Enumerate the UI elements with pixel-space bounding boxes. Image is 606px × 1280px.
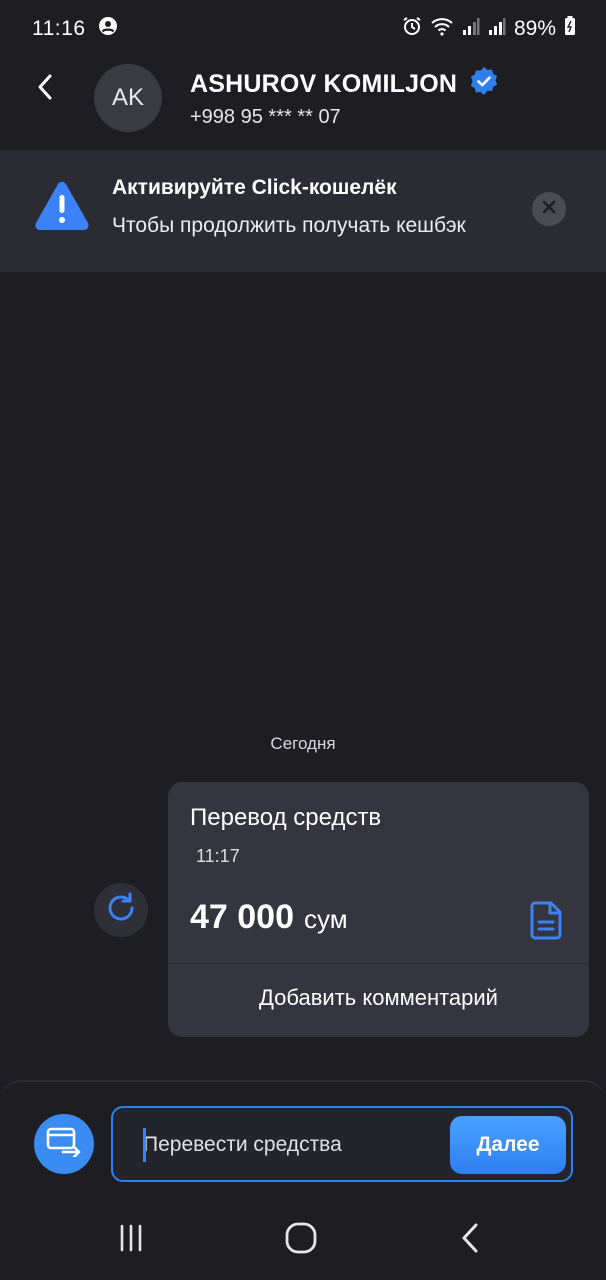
card-transfer-icon — [46, 1127, 82, 1162]
banner-subtitle: Чтобы продолжить получать кешбэк — [112, 214, 466, 237]
transfer-input-wrapper: Далее — [111, 1106, 573, 1182]
account-circle-icon — [98, 16, 118, 42]
receipt-button[interactable] — [530, 900, 564, 940]
contact-name: ASHUROV KOMILJON — [190, 70, 458, 98]
message-title: Перевод средств — [190, 804, 382, 831]
nav-back-button[interactable] — [450, 1222, 490, 1258]
status-time: 11:16 — [32, 17, 86, 40]
amount-value: 47 000 — [190, 898, 294, 936]
status-left: 11:16 — [32, 16, 118, 42]
warning-triangle-icon — [34, 180, 90, 237]
transfer-message-card[interactable]: Перевод средств 11:17 47 000 сум Добавит… — [168, 782, 589, 1037]
recents-icon — [116, 1223, 146, 1258]
banner-close-button[interactable] — [532, 192, 566, 226]
document-icon — [530, 901, 564, 944]
chevron-left-icon — [35, 73, 55, 106]
retry-button[interactable] — [94, 883, 148, 937]
close-icon — [542, 200, 556, 219]
back-button[interactable] — [28, 72, 62, 106]
back-icon — [458, 1221, 482, 1260]
battery-icon — [564, 16, 576, 42]
refresh-icon — [103, 890, 139, 931]
message-amount: 47 000 сум — [190, 898, 348, 937]
signal-icon — [462, 16, 480, 42]
contact-name-row[interactable]: ASHUROV KOMILJON — [190, 66, 499, 103]
message-time: 11:17 — [196, 846, 240, 866]
date-separator: Сегодня — [270, 734, 336, 753]
transfer-input[interactable] — [143, 1130, 443, 1160]
amount-currency: сум — [304, 904, 348, 934]
wallet-activation-banner[interactable]: Активируйте Click-кошелёк Чтобы продолжи… — [0, 150, 606, 272]
alarm-icon — [402, 16, 422, 42]
contact-phone: +998 95 *** ** 07 — [190, 106, 341, 128]
system-nav-bar — [0, 1206, 606, 1280]
recents-button[interactable] — [111, 1222, 151, 1258]
status-bar: 11:16 89% — [0, 0, 606, 58]
home-icon — [284, 1221, 318, 1260]
status-right: 89% — [402, 16, 576, 42]
verified-badge-icon — [469, 66, 499, 103]
add-comment-button[interactable]: Добавить комментарий — [168, 985, 589, 1011]
chat-header: AK ASHUROV KOMILJON +998 95 *** ** 07 — [0, 58, 606, 146]
home-button[interactable] — [281, 1222, 321, 1258]
card-transfer-button[interactable] — [34, 1114, 94, 1174]
wifi-icon — [430, 16, 454, 42]
avatar-initials: AK — [111, 84, 144, 111]
banner-title: Активируйте Click-кошелёк — [112, 176, 397, 199]
text-cursor — [143, 1128, 146, 1162]
signal-icon — [488, 16, 506, 42]
battery-label: 89% — [513, 17, 556, 40]
avatar[interactable]: AK — [94, 64, 162, 132]
card-divider — [168, 963, 589, 964]
next-button[interactable]: Далее — [450, 1116, 566, 1174]
